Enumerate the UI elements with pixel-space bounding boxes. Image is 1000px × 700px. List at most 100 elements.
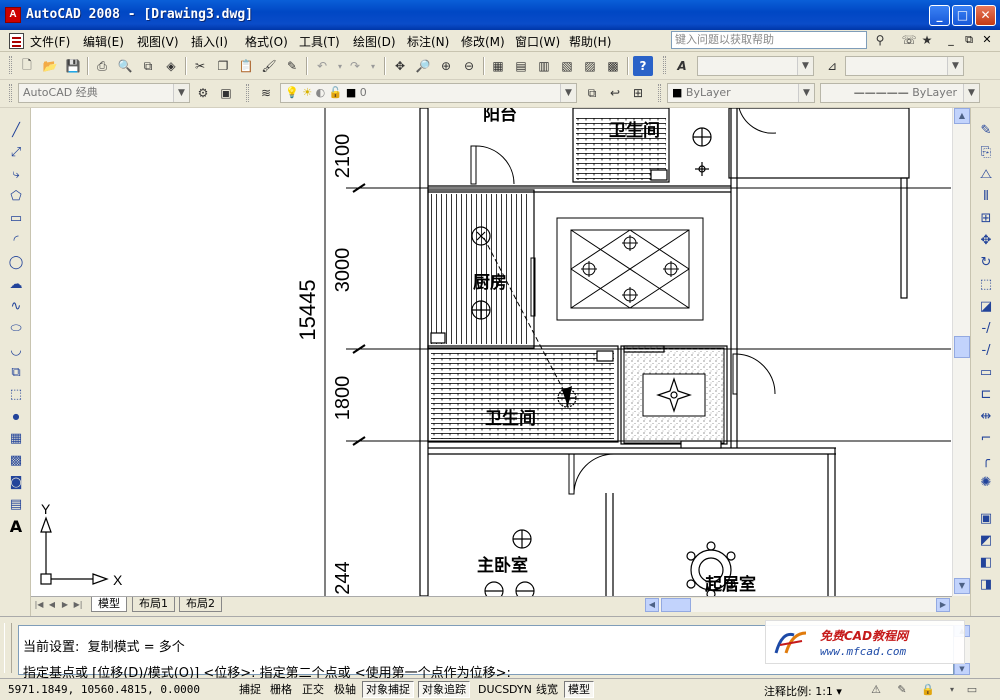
command-scroll-down-icon[interactable]: ▼: [954, 663, 970, 675]
polar-toggle[interactable]: 极轴: [330, 681, 360, 698]
polygon-icon[interactable]: ⬠: [6, 186, 26, 206]
erase-icon[interactable]: ✎: [976, 120, 996, 140]
stretch-icon[interactable]: ◪: [976, 296, 996, 316]
workspace-select[interactable]: AutoCAD 经典 ▼: [18, 83, 190, 103]
layer-states-icon[interactable]: ⊞: [628, 83, 648, 103]
menu-tools[interactable]: 工具(T): [299, 33, 340, 50]
command-window-grip[interactable]: [4, 623, 12, 673]
draworder-under-icon[interactable]: ◨: [976, 574, 996, 594]
menu-insert[interactable]: 插入(I): [191, 33, 228, 50]
draworder-back-icon[interactable]: ◩: [976, 530, 996, 550]
arc-icon[interactable]: ◜: [6, 230, 26, 250]
annotation-visibility-icon[interactable]: ⚠: [868, 682, 884, 698]
offset-icon[interactable]: ⫴: [976, 186, 996, 206]
menu-modify[interactable]: 修改(M): [461, 33, 505, 50]
spline-icon[interactable]: ∿: [6, 296, 26, 316]
autoscale-icon[interactable]: ✎: [894, 682, 910, 698]
array-icon[interactable]: ⊞: [976, 208, 996, 228]
linetype-select[interactable]: ————— ByLayer ▼: [820, 83, 980, 103]
vertical-scroll-thumb[interactable]: [954, 336, 970, 358]
point-icon[interactable]: ●: [6, 406, 26, 426]
tab-layout2[interactable]: 布局2: [179, 597, 222, 612]
autocad-app-icon[interactable]: A: [5, 7, 21, 23]
menu-help[interactable]: 帮助(H): [569, 33, 611, 50]
layer-select[interactable]: 💡 ☀ ◐ 🔓 ■ 0 ▼: [280, 83, 577, 103]
menu-window[interactable]: 窗口(W): [515, 33, 560, 50]
gradient-icon[interactable]: ▩: [6, 450, 26, 470]
maximize-button[interactable]: □: [952, 5, 973, 26]
help-search-input[interactable]: 键入问题以获取帮助: [671, 31, 867, 49]
paste-icon[interactable]: 📋: [236, 56, 256, 76]
search-icon[interactable]: ⚲: [872, 32, 888, 48]
rectangle-icon[interactable]: ▭: [6, 208, 26, 228]
close-button[interactable]: ✕: [975, 5, 996, 26]
workspace-settings-icon[interactable]: ⚙: [193, 83, 213, 103]
extend-icon[interactable]: -/: [976, 340, 996, 360]
status-menu-icon[interactable]: ▾: [944, 682, 960, 698]
scroll-up-icon[interactable]: ▲: [954, 108, 970, 124]
doc-minimize-button[interactable]: _: [943, 32, 959, 48]
vertical-scrollbar[interactable]: ▲ ▼: [952, 108, 970, 596]
ellipse-arc-icon[interactable]: ◡: [6, 340, 26, 360]
dim-style-select[interactable]: ▼: [845, 56, 964, 76]
menu-view[interactable]: 视图(V): [137, 33, 179, 50]
menu-edit[interactable]: 编辑(E): [83, 33, 124, 50]
fillet-icon[interactable]: ╭: [976, 450, 996, 470]
plot-preview-icon[interactable]: 🔍: [115, 56, 135, 76]
toolbar-grip[interactable]: [9, 56, 12, 74]
scroll-right-icon[interactable]: ▶: [936, 598, 950, 612]
tab-next-icon[interactable]: ▶: [59, 598, 71, 611]
match-properties-icon[interactable]: 🖌: [259, 56, 279, 76]
menu-draw[interactable]: 绘图(D): [353, 33, 396, 50]
design-center-icon[interactable]: ▤: [511, 56, 531, 76]
save-icon[interactable]: 💾: [63, 56, 83, 76]
zoom-previous-icon[interactable]: ⊖: [459, 56, 479, 76]
construction-line-icon[interactable]: ⤢: [6, 142, 26, 162]
doc-restore-button[interactable]: ⧉: [961, 32, 977, 48]
object-snap-toggle[interactable]: 对象捕捉: [362, 681, 414, 698]
scroll-left-icon[interactable]: ◀: [645, 598, 659, 612]
tab-layout1[interactable]: 布局1: [132, 597, 175, 612]
menu-file[interactable]: 文件(F): [30, 33, 70, 50]
favorites-star-icon[interactable]: ★: [919, 32, 935, 48]
draworder-above-icon[interactable]: ◧: [976, 552, 996, 572]
ortho-toggle[interactable]: 正交: [298, 681, 328, 698]
doc-close-button[interactable]: ✕: [979, 32, 995, 48]
plot-icon[interactable]: ⎙: [92, 56, 112, 76]
break-icon[interactable]: ⊏: [976, 384, 996, 404]
annotation-scale-select[interactable]: 注释比例: 1:1 ▾: [764, 683, 842, 699]
open-icon[interactable]: 📂: [40, 56, 60, 76]
join-icon[interactable]: ⇹: [976, 406, 996, 426]
block-editor-icon[interactable]: ✎: [282, 56, 302, 76]
explode-icon[interactable]: ✺: [976, 472, 996, 492]
menu-dimension[interactable]: 标注(N): [407, 33, 449, 50]
zoom-realtime-icon[interactable]: 🔎: [413, 56, 433, 76]
layer-properties-icon[interactable]: ≋: [256, 83, 276, 103]
insert-block-icon[interactable]: ⧉: [6, 362, 26, 382]
color-select[interactable]: ■ ByLayer ▼: [667, 83, 815, 103]
workspace-save-icon[interactable]: ▣: [216, 83, 236, 103]
dim-style-icon[interactable]: ⊿: [822, 56, 842, 76]
tab-model[interactable]: 模型: [91, 597, 127, 612]
clean-screen-icon[interactable]: ▭: [964, 682, 980, 698]
document-icon[interactable]: [9, 33, 24, 49]
redo-dropdown-icon[interactable]: ▾: [363, 56, 383, 76]
layer-previous-icon[interactable]: ↩: [605, 83, 625, 103]
object-tracking-toggle[interactable]: 对象追踪: [418, 681, 470, 698]
model-paper-toggle[interactable]: 模型: [564, 681, 594, 698]
hatch-icon[interactable]: ▦: [6, 428, 26, 448]
break-at-point-icon[interactable]: ▭: [976, 362, 996, 382]
tool-palettes-icon[interactable]: ▥: [534, 56, 554, 76]
publish-icon[interactable]: ⧉: [138, 56, 158, 76]
tab-first-icon[interactable]: |◀: [33, 598, 45, 611]
menu-format[interactable]: 格式(O): [245, 33, 288, 50]
move-icon[interactable]: ✥: [976, 230, 996, 250]
multiline-text-icon[interactable]: A: [6, 516, 26, 536]
trim-icon[interactable]: -/: [976, 318, 996, 338]
region-icon[interactable]: ◙: [6, 472, 26, 492]
tab-last-icon[interactable]: ▶|: [72, 598, 84, 611]
draworder-front-icon[interactable]: ▣: [976, 508, 996, 528]
sheet-set-icon[interactable]: ▧: [557, 56, 577, 76]
text-style-select[interactable]: ▼: [697, 56, 814, 76]
snap-toggle[interactable]: 捕捉: [235, 681, 265, 698]
